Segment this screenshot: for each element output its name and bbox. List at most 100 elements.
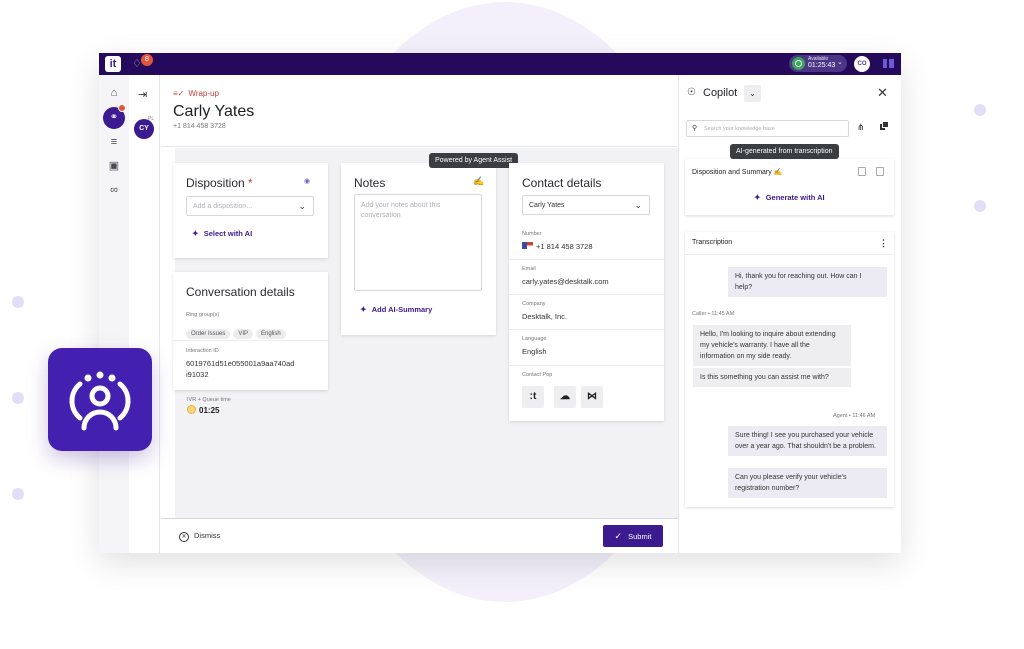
- ring-groups-chips: Order Issues VIP English: [186, 322, 289, 340]
- divider: [173, 340, 328, 341]
- copilot-menu-dropdown[interactable]: ⌄: [744, 85, 761, 102]
- notification-badge: 8: [141, 54, 153, 66]
- marketing-stage: it ♢ 8 Available 01:25:43 ⌄ CO ⌂ ⚭ ≡ ▣ ∞: [0, 0, 1024, 649]
- document-icon[interactable]: [876, 167, 884, 176]
- email-value[interactable]: carly.yates@desktalk.com: [522, 276, 609, 287]
- wrapup-footer: ✕ Dismiss ✓ Submit: [161, 518, 678, 553]
- copilot-icon: ☉: [687, 87, 696, 98]
- knowledge-base-search-input[interactable]: ⚲ Search your knowledge base: [686, 120, 849, 137]
- ai-generated-tooltip: AI-generated from transcription: [730, 144, 839, 159]
- email-label: Email: [522, 266, 536, 272]
- disposition-select[interactable]: Add a disposition... ⌄: [186, 196, 314, 216]
- close-icon[interactable]: ✕: [877, 85, 888, 101]
- list-icon[interactable]: ≡: [106, 134, 122, 150]
- voicemail-icon[interactable]: ∞: [106, 182, 122, 198]
- user-avatar[interactable]: CO: [854, 56, 870, 72]
- talkdesk-pop-button[interactable]: :t: [522, 386, 544, 408]
- more-options-icon[interactable]: ⋮: [879, 238, 888, 249]
- agent-meta: Agent • 11:46 AM: [833, 413, 876, 419]
- number-label: Number: [522, 231, 542, 237]
- ring-group-chip: VIP: [233, 329, 254, 339]
- number-value: +1 814 458 3728: [522, 241, 593, 252]
- company-label: Company: [522, 301, 546, 307]
- notes-textarea[interactable]: Add your notes about this conversation: [354, 194, 482, 291]
- conversations-badge: [118, 104, 126, 112]
- salesforce-pop-button[interactable]: ☁: [554, 386, 576, 408]
- wrapup-status: ≡✓ Wrap-up: [173, 89, 219, 98]
- add-ai-summary-button[interactable]: ✦ Add AI-Summary: [360, 305, 432, 314]
- app-logo[interactable]: it: [105, 56, 121, 72]
- transcription-card: Transcription ⋮ Hi, thank you for reachi…: [685, 232, 894, 507]
- chevron-down-icon: ⌄: [298, 201, 306, 211]
- collapse-list-icon[interactable]: ⇥: [138, 88, 147, 101]
- decor-dot: [974, 200, 986, 212]
- app-window: it ♢ 8 Available 01:25:43 ⌄ CO ⌂ ⚭ ≡ ▣ ∞: [99, 53, 901, 553]
- disposition-title: Disposition *: [186, 176, 253, 190]
- sparkle-icon: ✦: [192, 229, 199, 238]
- language-label: Language: [522, 336, 547, 342]
- disposition-summary-card: Disposition and Summary ✍ ✦ Generate with…: [685, 159, 894, 215]
- decor-dot: [12, 392, 24, 404]
- top-bar: it ♢ 8 Available 01:25:43 ⌄ CO: [99, 53, 901, 75]
- nav-rail: ⌂ ⚭ ≡ ▣ ∞: [99, 75, 129, 553]
- select-with-ai-button[interactable]: ✦ Select with AI: [192, 229, 252, 238]
- decor-dot: [974, 104, 986, 116]
- sparkle-icon: ✦: [754, 193, 761, 202]
- decor-dot: [12, 296, 24, 308]
- contact-name: Carly Yates: [173, 103, 255, 120]
- divider: [509, 329, 664, 330]
- divider: [685, 254, 894, 255]
- decor-dot: [12, 488, 24, 500]
- divider: [509, 259, 664, 260]
- interaction-id-label: Interaction ID: [186, 348, 219, 354]
- contact-details-title: Contact details: [522, 176, 602, 190]
- agent-status-dropdown[interactable]: Available 01:25:43 ⌄: [789, 55, 847, 72]
- contact-details-card: Contact details Carly Yates ⌄ Number +1 …: [509, 163, 664, 421]
- conversation-details-card: Conversation details Ring group(s) Order…: [173, 272, 328, 390]
- notes-card: Notes ✍ Add your notes about this conver…: [341, 163, 496, 335]
- company-value: Desktalk, Inc.: [522, 312, 568, 321]
- main-panel: ≡✓ Wrap-up Carly Yates +1 814 458 3728 Di…: [161, 75, 678, 553]
- disposition-card: Disposition * ◉ Add a disposition... ⌄ ✦…: [173, 163, 328, 258]
- caller-message: Is this something you can assist me with…: [693, 368, 851, 387]
- generate-with-ai-button[interactable]: ✦ Generate with AI: [754, 193, 825, 202]
- agent-assist-tooltip: Powered by Agent Assist: [429, 153, 519, 168]
- agent-assist-icon[interactable]: ✍: [473, 176, 484, 187]
- disposition-placeholder: Add a disposition...: [193, 203, 253, 210]
- contact-header: ≡✓ Wrap-up Carly Yates +1 814 458 3728: [161, 75, 678, 147]
- home-icon[interactable]: ⌂: [106, 85, 122, 101]
- status-indicator-icon: [792, 57, 805, 70]
- contact-avatar[interactable]: CY: [134, 119, 154, 139]
- workflow-icon[interactable]: ⋔: [857, 122, 865, 133]
- queue-time-value: 01:25: [187, 405, 219, 415]
- submit-button[interactable]: ✓ Submit: [603, 525, 663, 547]
- sparkle-icon: ✦: [360, 305, 367, 314]
- divider: [509, 365, 664, 366]
- visibility-icon[interactable]: ◉: [304, 177, 310, 185]
- us-flag-icon: [522, 242, 533, 249]
- divider: [509, 294, 664, 295]
- contact-pop-label: Contact Pop: [522, 372, 553, 378]
- agent-message: Can you please verify your vehicle's reg…: [728, 468, 887, 498]
- zendesk-pop-button[interactable]: ⋈: [581, 386, 603, 408]
- contacts-icon[interactable]: ▣: [106, 158, 122, 174]
- search-icon: ⚲: [692, 125, 698, 132]
- dismiss-button[interactable]: ✕ Dismiss: [179, 531, 220, 542]
- agent-message: Hi, thank you for reaching out. How can …: [728, 267, 887, 297]
- layout-toggle-icon[interactable]: [883, 59, 894, 68]
- contact-select[interactable]: Carly Yates ⌄: [522, 195, 650, 215]
- caller-message: Hello, I'm looking to inquire about exte…: [693, 325, 851, 366]
- copy-icon[interactable]: [858, 167, 866, 176]
- wrapup-icon: ≡✓: [173, 89, 185, 98]
- ring-group-chip: Order Issues: [186, 329, 231, 339]
- agent-message: Sure thing! I see you purchased your veh…: [728, 426, 887, 456]
- ring-group-chip: English: [256, 329, 286, 339]
- interaction-id-value: 6019761d51e055001a9aa740ad i91032: [186, 359, 295, 379]
- library-icon[interactable]: [879, 121, 889, 131]
- chevron-down-icon: ⌄: [837, 59, 843, 66]
- transcription-title: Transcription: [692, 239, 733, 246]
- chevron-down-icon: ⌄: [634, 200, 642, 210]
- info-icon[interactable]: ✍: [774, 169, 783, 176]
- contact-phone: +1 814 458 3728: [173, 123, 226, 130]
- check-icon: ✓: [614, 531, 623, 541]
